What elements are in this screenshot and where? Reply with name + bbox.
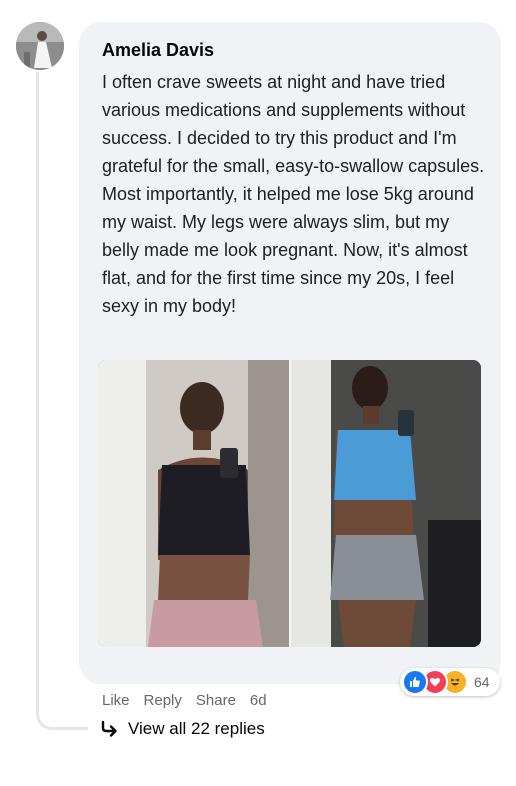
timestamp[interactable]: 6d xyxy=(250,692,267,709)
view-replies-link[interactable]: View all 22 replies xyxy=(100,719,265,739)
before-after-photo[interactable] xyxy=(98,360,481,647)
reaction-summary[interactable]: 64 xyxy=(400,668,500,696)
reply-button[interactable]: Reply xyxy=(144,692,182,709)
like-icon xyxy=(402,669,428,695)
avatar[interactable] xyxy=(16,22,64,70)
view-replies-label: View all 22 replies xyxy=(128,719,265,738)
comment-actions: Like Reply Share 6d xyxy=(102,692,267,709)
comment-text: I often crave sweets at night and have t… xyxy=(102,72,485,316)
reply-arrow-icon xyxy=(101,720,117,737)
like-button[interactable]: Like xyxy=(102,692,130,709)
reaction-count: 64 xyxy=(474,674,490,690)
share-button[interactable]: Share xyxy=(196,692,236,709)
comment-author[interactable]: Amelia Davis xyxy=(102,40,214,61)
